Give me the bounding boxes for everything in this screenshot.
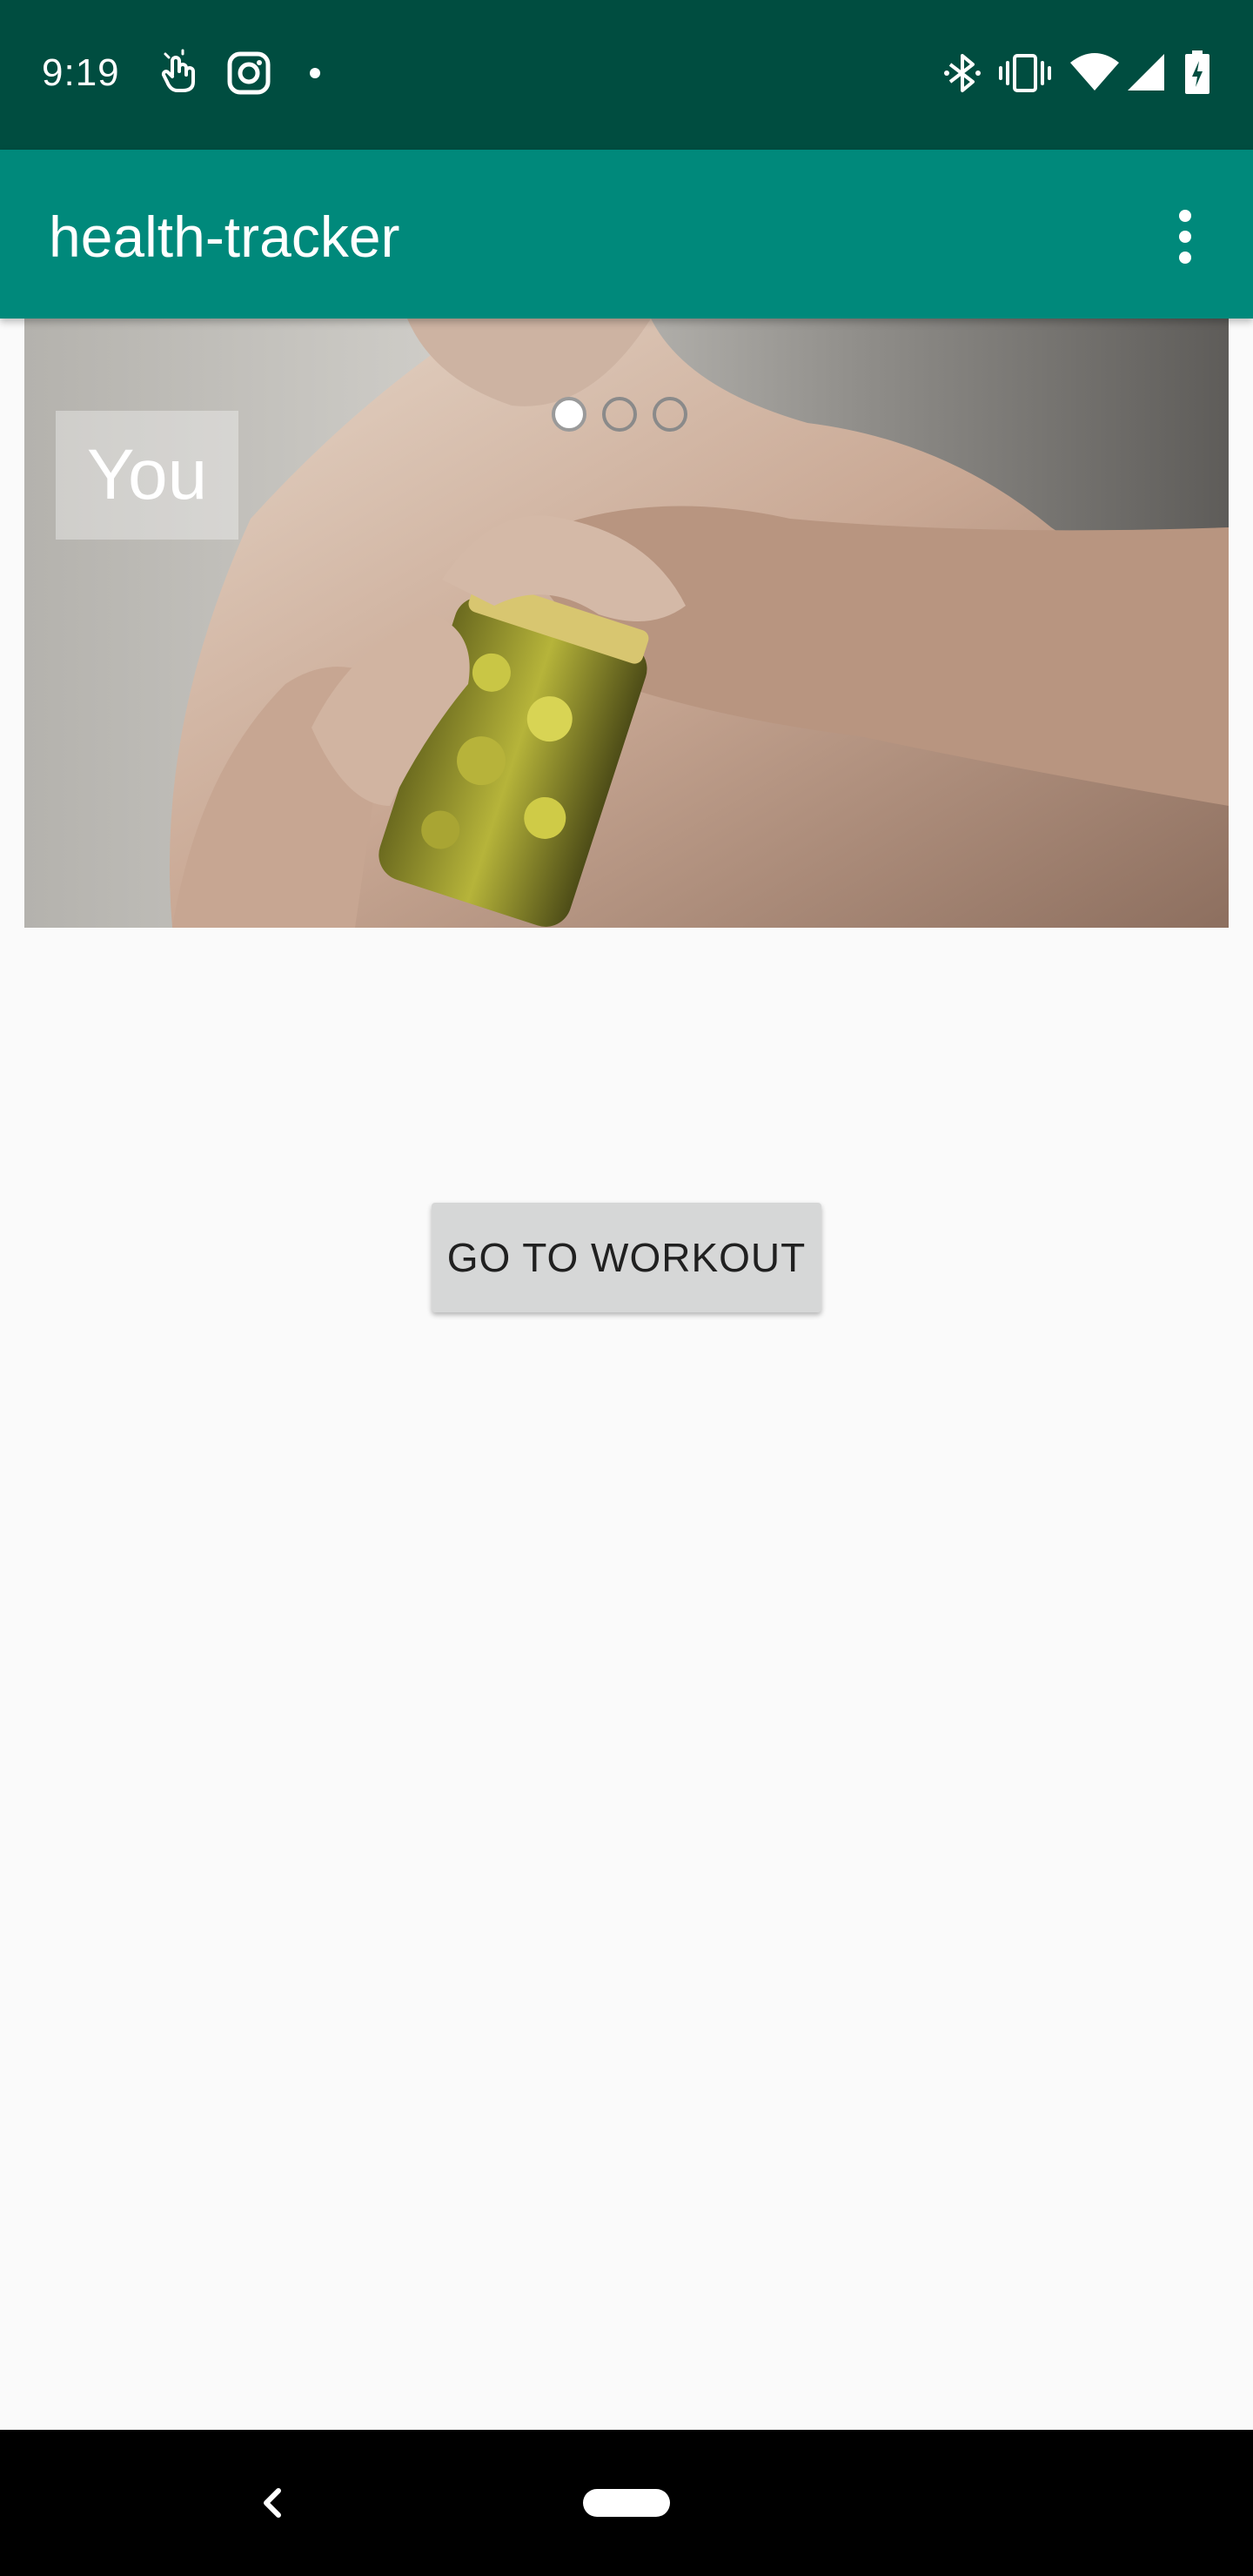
instagram-icon [224,49,273,97]
carousel-indicator-2[interactable] [602,397,637,432]
battery-charging-icon [1183,49,1211,97]
status-time: 9:19 [42,51,120,94]
menu-dot [1179,210,1191,222]
menu-dot [1179,252,1191,264]
wifi-icon [1069,49,1121,97]
notification-dot-icon [303,49,327,97]
bluetooth-icon [943,49,982,97]
slide-caption-box: You [56,411,238,540]
back-chevron-icon[interactable] [252,2475,291,2531]
menu-dot [1179,231,1191,243]
screen: 9:19 health-tracker You GO TO WORKOUT [0,0,1253,2576]
carousel-indicator-1[interactable] [552,397,586,432]
vibrate-icon [997,49,1053,97]
touch-gesture-icon [157,49,205,97]
app-bar: health-tracker [0,150,1253,319]
slide-caption: You [86,435,208,514]
app-title: health-tracker [49,205,400,269]
carousel-indicator-3[interactable] [653,397,687,432]
cell-signal-icon [1126,49,1168,97]
status-bar: 9:19 [0,0,1253,150]
more-vert-icon[interactable] [1157,198,1213,275]
image-carousel[interactable]: You [24,319,1229,928]
go-to-workout-button[interactable]: GO TO WORKOUT [432,1203,821,1312]
home-pill-icon[interactable] [583,2489,670,2517]
carousel-indicators [552,397,687,432]
navigation-bar [0,2430,1253,2576]
